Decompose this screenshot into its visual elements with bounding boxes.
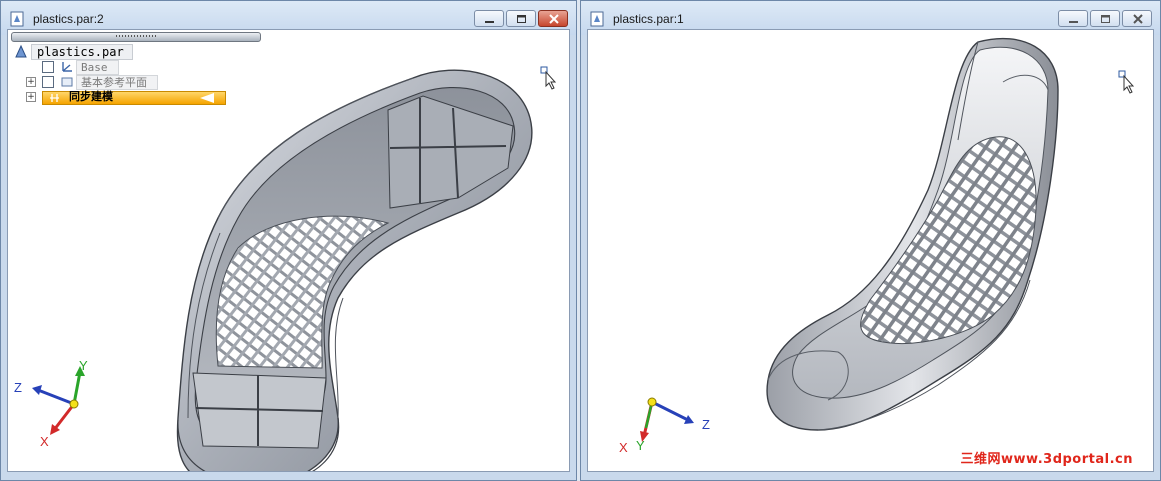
axis-z-label: Z	[702, 417, 710, 432]
minimize-button[interactable]	[474, 10, 504, 27]
model-view-underside[interactable]	[158, 48, 538, 472]
window-title: plastics.par:1	[613, 12, 684, 26]
minimize-button[interactable]	[1058, 10, 1088, 27]
view-orientation-icon[interactable]	[540, 66, 558, 92]
watermark: 三维网www.3dportal.cn	[960, 452, 1133, 467]
coordinate-triad: Y Z X	[14, 358, 88, 449]
tree-item-label: Base	[76, 60, 119, 75]
coordinate-triad: Z X Y	[619, 397, 710, 455]
part-icon	[15, 44, 27, 58]
axis-y-label: Y	[79, 358, 88, 373]
axis-z-label: Z	[14, 380, 22, 395]
axis-x-label: X	[619, 440, 628, 455]
document-window-2[interactable]: plastics.par:2 plastics.par Base + 基本参考平…	[0, 0, 577, 481]
pathfinder-splitter[interactable]	[11, 32, 261, 42]
part-document-icon	[590, 11, 604, 27]
splitter-grip[interactable]	[116, 35, 156, 37]
visibility-checkbox[interactable]	[42, 76, 54, 88]
axis-y-label: Y	[636, 438, 645, 453]
visibility-checkbox[interactable]	[42, 61, 54, 73]
tree-item-label: 基本参考平面	[76, 75, 158, 90]
expand-icon[interactable]: +	[26, 92, 36, 102]
close-button[interactable]	[538, 10, 568, 27]
restore-icon	[517, 15, 526, 23]
minimize-icon	[485, 21, 494, 23]
window-title: plastics.par:2	[33, 12, 104, 26]
graphics-viewport[interactable]: plastics.par Base + 基本参考平面 + 同步建模 Y Z X	[7, 29, 570, 472]
axis-x-label: X	[40, 434, 49, 449]
minimize-icon	[1069, 21, 1078, 23]
restore-button[interactable]	[506, 10, 536, 27]
tree-root-label: plastics.par	[31, 44, 133, 60]
model-view-top[interactable]	[758, 30, 1078, 440]
sync-icon	[50, 94, 59, 102]
reference-plane-icon	[61, 77, 73, 87]
close-icon	[549, 14, 559, 24]
close-button[interactable]	[1122, 10, 1152, 27]
restore-button[interactable]	[1090, 10, 1120, 27]
close-icon	[1133, 14, 1143, 24]
tree-item-base[interactable]: Base	[14, 60, 154, 75]
coordinate-system-icon	[62, 62, 72, 72]
document-window-1[interactable]: plastics.par:1 Z X Y 三维网www.3dportal.cn	[580, 0, 1161, 481]
view-orientation-icon[interactable]	[1118, 70, 1136, 96]
part-document-icon	[10, 11, 24, 27]
graphics-viewport[interactable]: Z X Y 三维网www.3dportal.cn	[587, 29, 1154, 472]
expand-icon[interactable]: +	[26, 77, 36, 87]
tree-item-label: 同步建模	[69, 90, 113, 103]
restore-icon	[1101, 15, 1110, 23]
